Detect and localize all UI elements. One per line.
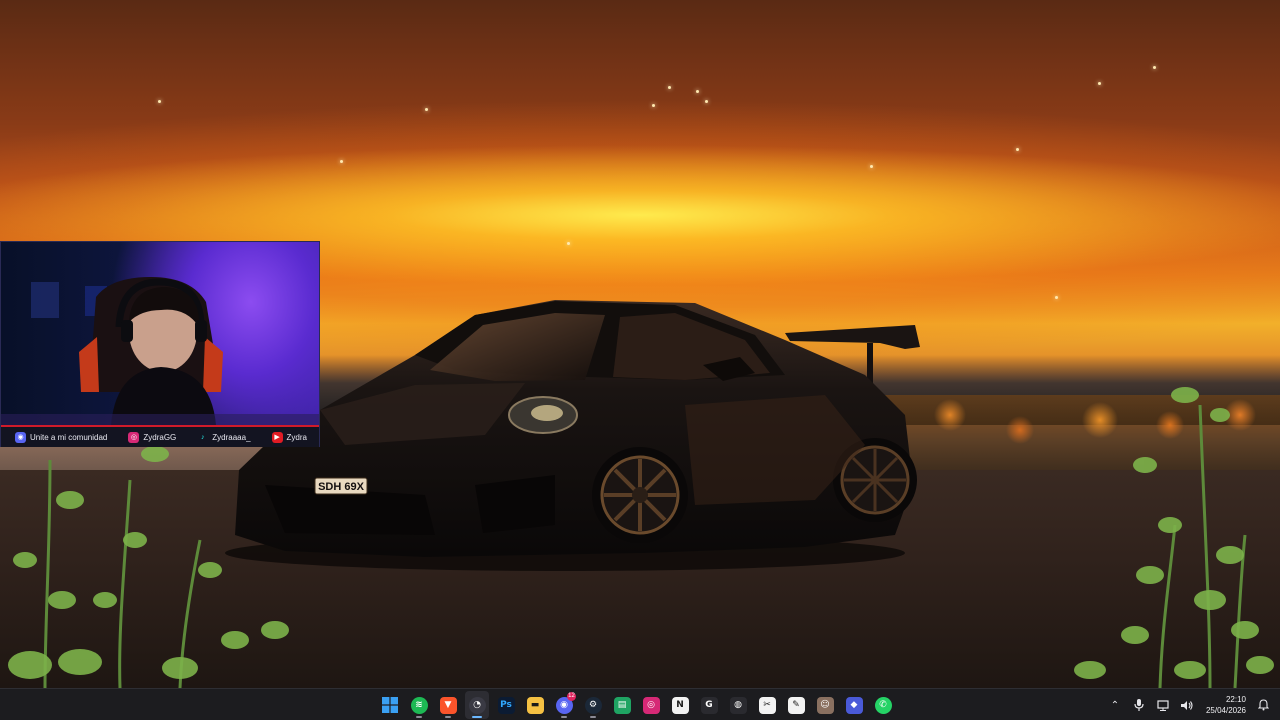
social-instagram-label: ZydraGG <box>143 432 177 442</box>
social-tiktok[interactable]: ♪ Zydraaaa_ <box>197 432 251 443</box>
taskbar-app-obs[interactable]: ◍ <box>726 691 750 719</box>
social-youtube[interactable]: ▶ Zydra <box>271 431 307 443</box>
social-discord-label: Unite a mi comunidad <box>30 432 108 442</box>
running-indicator <box>590 716 596 718</box>
youtube-icon: ▶ <box>271 431 283 443</box>
folder-icon: ▬ <box>526 696 544 714</box>
star-spark <box>705 100 708 103</box>
taskbar-app-sheets[interactable]: ▤ <box>610 691 634 719</box>
running-indicator <box>561 716 567 718</box>
star-spark <box>425 108 428 111</box>
clock-time: 22:10 <box>1225 695 1246 704</box>
star-spark <box>1098 82 1101 85</box>
document-editor-icon: ✎ <box>787 696 805 714</box>
taskbar-app-editor[interactable]: ✎ <box>784 691 808 719</box>
taskbar-app-discord[interactable]: ◉ 12 <box>552 691 576 719</box>
clock[interactable]: 22:10 25/04/2026 <box>1206 694 1246 716</box>
capcut-icon: ✂ <box>758 696 776 714</box>
chevron-up-icon[interactable]: ⌃ <box>1108 698 1122 712</box>
taskbar-app-app-diamond[interactable]: ◆ <box>842 691 866 719</box>
taskbar-app-capcut[interactable]: ✂ <box>755 691 779 719</box>
streamer-figure <box>1 277 319 425</box>
webcam-overlay: ◉ Unite a mi comunidad ◎ ZydraGG ♪ Zydra… <box>0 241 320 447</box>
social-discord[interactable]: ◉ Unite a mi comunidad <box>15 431 108 443</box>
system-tray: ⌃ 22:10 25/04/2026 <box>1108 689 1270 720</box>
running-indicator <box>472 716 482 718</box>
star-spark <box>158 100 161 103</box>
social-links-bar: ◉ Unite a mi comunidad ◎ ZydraGG ♪ Zydra… <box>1 425 319 447</box>
notification-badge: 12 <box>567 692 576 701</box>
steam-icon: ⚙ <box>584 696 602 714</box>
volume-icon[interactable] <box>1180 698 1194 712</box>
green-plant-right <box>1074 387 1274 688</box>
tiktok-icon: ♪ <box>201 433 205 441</box>
instagram-icon: ◎ <box>128 431 140 443</box>
sports-car: SDH 69X <box>225 300 920 571</box>
whatsapp-icon: ✆ <box>874 696 892 714</box>
star-spark <box>1055 296 1058 299</box>
microphone-icon[interactable] <box>1132 698 1146 712</box>
spotify-icon: ≋ <box>410 696 428 714</box>
clock-date: 25/04/2026 <box>1205 706 1246 715</box>
social-youtube-label: Zydra <box>286 432 307 442</box>
taskbar-app-steam[interactable]: ⚙ <box>581 691 605 719</box>
recorder-app-icon: ◔ <box>468 696 486 714</box>
star-spark <box>1153 66 1156 69</box>
star-spark <box>668 86 671 89</box>
taskbar-app-spotify[interactable]: ≋ <box>407 691 431 719</box>
taskbar-app-instagram[interactable]: ◎ <box>639 691 663 719</box>
taskbar-app-photoshop[interactable]: Ps <box>494 691 518 719</box>
obs-studio-icon: ◍ <box>729 696 747 714</box>
running-indicator <box>445 716 451 718</box>
network-icon[interactable] <box>1156 698 1170 712</box>
brave-browser-icon: ▼ <box>439 696 457 714</box>
star-spark <box>870 165 873 168</box>
taskbar: ≋ ▼ ◔ Ps ▬ ◉ 12 ⚙ ▤ ◎ N G ◍ ✂ ✎ ☺ ◆ ✆ ⌃ 22:10 25/04/2026 <box>0 688 1280 720</box>
taskbar-app-notion[interactable]: N <box>668 691 692 719</box>
taskbar-app-start[interactable] <box>378 691 402 719</box>
taskbar-app-brave[interactable]: ▼ <box>436 691 460 719</box>
notification-bell-icon[interactable] <box>1256 698 1270 712</box>
star-spark <box>1016 148 1019 151</box>
star-spark <box>567 242 570 245</box>
instagram-icon: ◎ <box>642 696 660 714</box>
taskbar-app-avatar-app[interactable]: ☺ <box>813 691 837 719</box>
green-plant-left <box>8 446 289 688</box>
webcam-feed <box>1 242 319 425</box>
star-spark <box>696 90 699 93</box>
social-instagram[interactable]: ◎ ZydraGG <box>128 431 177 443</box>
taskbar-app-app-g[interactable]: G <box>697 691 721 719</box>
taskbar-apps: ≋ ▼ ◔ Ps ▬ ◉ 12 ⚙ ▤ ◎ N G ◍ ✂ ✎ ☺ ◆ ✆ <box>378 689 895 720</box>
photoshop-icon: Ps <box>497 696 515 714</box>
windows-start-icon <box>382 697 399 714</box>
diamond-app-icon: ◆ <box>845 696 863 714</box>
social-tiktok-label: Zydraaaa_ <box>212 432 251 442</box>
g-app-icon: G <box>700 696 718 714</box>
taskbar-app-file-explorer[interactable]: ▬ <box>523 691 547 719</box>
notion-icon: N <box>671 696 689 714</box>
spreadsheet-icon: ▤ <box>613 696 631 714</box>
running-indicator <box>416 716 422 718</box>
discord-icon: ◉ <box>15 431 26 443</box>
star-spark <box>340 160 343 163</box>
taskbar-app-app-recorder[interactable]: ◔ <box>465 691 489 719</box>
profile-app-icon: ☺ <box>816 696 834 714</box>
license-plate: SDH 69X <box>318 481 365 493</box>
star-spark <box>652 104 655 107</box>
taskbar-app-whatsapp[interactable]: ✆ <box>871 691 895 719</box>
